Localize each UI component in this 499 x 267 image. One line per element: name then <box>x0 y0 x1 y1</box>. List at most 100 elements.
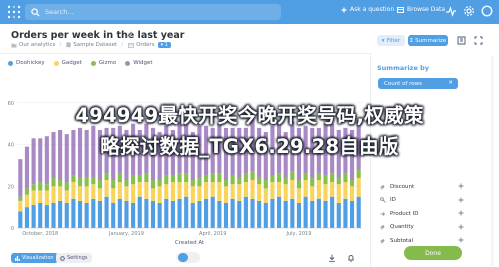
bar-segment-doohickey[interactable] <box>316 198 321 228</box>
bar-segment-gadget[interactable] <box>97 188 102 201</box>
download-icon[interactable] <box>328 254 336 262</box>
bar-segment-gizmo[interactable] <box>257 177 262 185</box>
bar-segment-gizmo[interactable] <box>323 175 328 185</box>
bar-segment-doohickey[interactable] <box>243 196 248 228</box>
summarize-button[interactable]: Σ Summarize <box>408 35 448 46</box>
bar-segment-gadget[interactable] <box>217 182 222 201</box>
bar-segment-gadget[interactable] <box>58 186 63 201</box>
bar-segment-gadget[interactable] <box>170 182 175 201</box>
legend-item-gadget[interactable]: Gadget <box>53 60 82 66</box>
bar-segment-doohickey[interactable] <box>230 198 235 228</box>
bar-segment-gizmo[interactable] <box>124 180 129 187</box>
bar-segment-doohickey[interactable] <box>157 202 162 228</box>
bar-segment-gadget[interactable] <box>204 182 209 199</box>
breadcrumb-database[interactable]: Sample Dataset / <box>66 42 123 48</box>
bar-segment-doohickey[interactable] <box>77 200 83 228</box>
metabase-logo-icon[interactable] <box>7 5 21 19</box>
bar-segment-doohickey[interactable] <box>204 198 209 228</box>
bar-segment-gizmo[interactable] <box>336 177 341 185</box>
bar-segment-gadget[interactable] <box>190 186 195 203</box>
field-discount[interactable]: # Discount <box>378 180 470 194</box>
bar-segment-doohickey[interactable] <box>356 196 361 228</box>
bar-segment-doohickey[interactable] <box>290 198 295 228</box>
bar-segment-doohickey[interactable] <box>263 202 268 228</box>
bar-segment-gizmo[interactable] <box>310 177 315 187</box>
bar-segment-gizmo[interactable] <box>283 177 288 185</box>
bar-segment-gadget[interactable] <box>237 184 242 201</box>
bar-segment-gizmo[interactable] <box>91 177 96 185</box>
bar-segment-doohickey[interactable] <box>91 198 96 228</box>
visualization-button[interactable]: Visualization <box>11 253 58 263</box>
bar-segment-gadget[interactable] <box>164 184 169 199</box>
bar-segment-gizmo[interactable] <box>316 173 321 181</box>
bar-segment-doohickey[interactable] <box>210 196 215 228</box>
bar-segment-gadget[interactable] <box>277 182 282 197</box>
bar-segment-doohickey[interactable] <box>197 200 202 228</box>
bar-segment-gizmo[interactable] <box>343 173 348 183</box>
bar-segment-gadget[interactable] <box>44 190 49 206</box>
gear-icon[interactable] <box>463 5 475 17</box>
bar-segment-gizmo[interactable] <box>18 196 23 201</box>
bar-segment-gizmo[interactable] <box>184 173 189 183</box>
add-icon[interactable] <box>458 183 464 189</box>
bar-segment-doohickey[interactable] <box>31 205 36 228</box>
bar-segment-gadget[interactable] <box>230 184 235 199</box>
bar-segment-gizmo[interactable] <box>250 171 255 181</box>
avatar[interactable] <box>481 5 493 17</box>
bar-segment-widget[interactable] <box>18 159 23 197</box>
bar-segment-doohickey[interactable] <box>310 200 315 228</box>
bar-segment-doohickey[interactable] <box>64 202 69 228</box>
add-icon[interactable] <box>458 210 464 216</box>
add-icon[interactable] <box>458 224 464 230</box>
bar-segment-gadget[interactable] <box>210 182 215 197</box>
bar-segment-gadget[interactable] <box>157 186 162 203</box>
bar-segment-gadget[interactable] <box>330 182 335 197</box>
pulse-icon[interactable] <box>445 5 457 17</box>
bar-segment-gizmo[interactable] <box>177 173 182 183</box>
bar-segment-doohickey[interactable] <box>283 200 288 228</box>
bar-segment-gizmo[interactable] <box>31 184 36 191</box>
bar-segment-gizmo[interactable] <box>170 175 175 183</box>
bar-segment-doohickey[interactable] <box>18 211 23 228</box>
bar-segment-gadget[interactable] <box>296 188 302 203</box>
bar-segment-doohickey[interactable] <box>184 196 189 228</box>
bar-segment-doohickey[interactable] <box>330 196 335 228</box>
bar-segment-gizmo[interactable] <box>197 177 202 187</box>
bar-segment-gadget[interactable] <box>104 180 109 197</box>
bar-segment-doohickey[interactable] <box>71 198 76 228</box>
bar-segment-gadget[interactable] <box>290 180 295 199</box>
bar-segment-gizmo[interactable] <box>64 182 69 191</box>
table-chart-toggle[interactable] <box>176 252 200 263</box>
ask-question-button[interactable]: Ask a question <box>341 6 394 13</box>
bar-segment-gizmo[interactable] <box>230 175 235 185</box>
bar-segment-doohickey[interactable] <box>150 200 156 228</box>
bar-segment-doohickey[interactable] <box>97 200 102 228</box>
bar-segment-gizmo[interactable] <box>190 180 195 187</box>
bar-segment-gadget[interactable] <box>283 184 288 201</box>
bar-segment-gizmo[interactable] <box>164 175 169 185</box>
bar-segment-gizmo[interactable] <box>290 171 295 181</box>
bar-segment-gizmo[interactable] <box>117 173 122 183</box>
bar-segment-gadget[interactable] <box>177 182 182 199</box>
bar-segment-gadget[interactable] <box>124 186 129 201</box>
add-icon[interactable] <box>458 237 464 243</box>
bar-segment-doohickey[interactable] <box>217 200 222 228</box>
bar-segment-gadget[interactable] <box>356 177 361 197</box>
bar-segment-gadget[interactable] <box>263 188 268 203</box>
close-icon[interactable]: ✕ <box>448 80 453 86</box>
settings-button[interactable]: Settings <box>56 253 92 263</box>
bar-segment-gizmo[interactable] <box>51 177 56 187</box>
bar-segment-gizmo[interactable] <box>84 177 89 187</box>
bar-segment-gizmo[interactable] <box>270 175 275 183</box>
bar-segment-gadget[interactable] <box>18 200 23 212</box>
bar-segment-doohickey[interactable] <box>111 202 116 228</box>
add-icon[interactable] <box>458 197 464 203</box>
bar-segment-gadget[interactable] <box>349 186 355 201</box>
bar-segment-gadget[interactable] <box>131 184 136 203</box>
bar-segment-gadget[interactable] <box>24 194 30 208</box>
bar-segment-doohickey[interactable] <box>349 200 355 228</box>
bar-segment-gizmo[interactable] <box>137 175 142 183</box>
bar-segment-gizmo[interactable] <box>24 188 30 195</box>
bar-segment-gadget[interactable] <box>197 186 202 201</box>
bar-segment-gizmo[interactable] <box>303 173 308 181</box>
